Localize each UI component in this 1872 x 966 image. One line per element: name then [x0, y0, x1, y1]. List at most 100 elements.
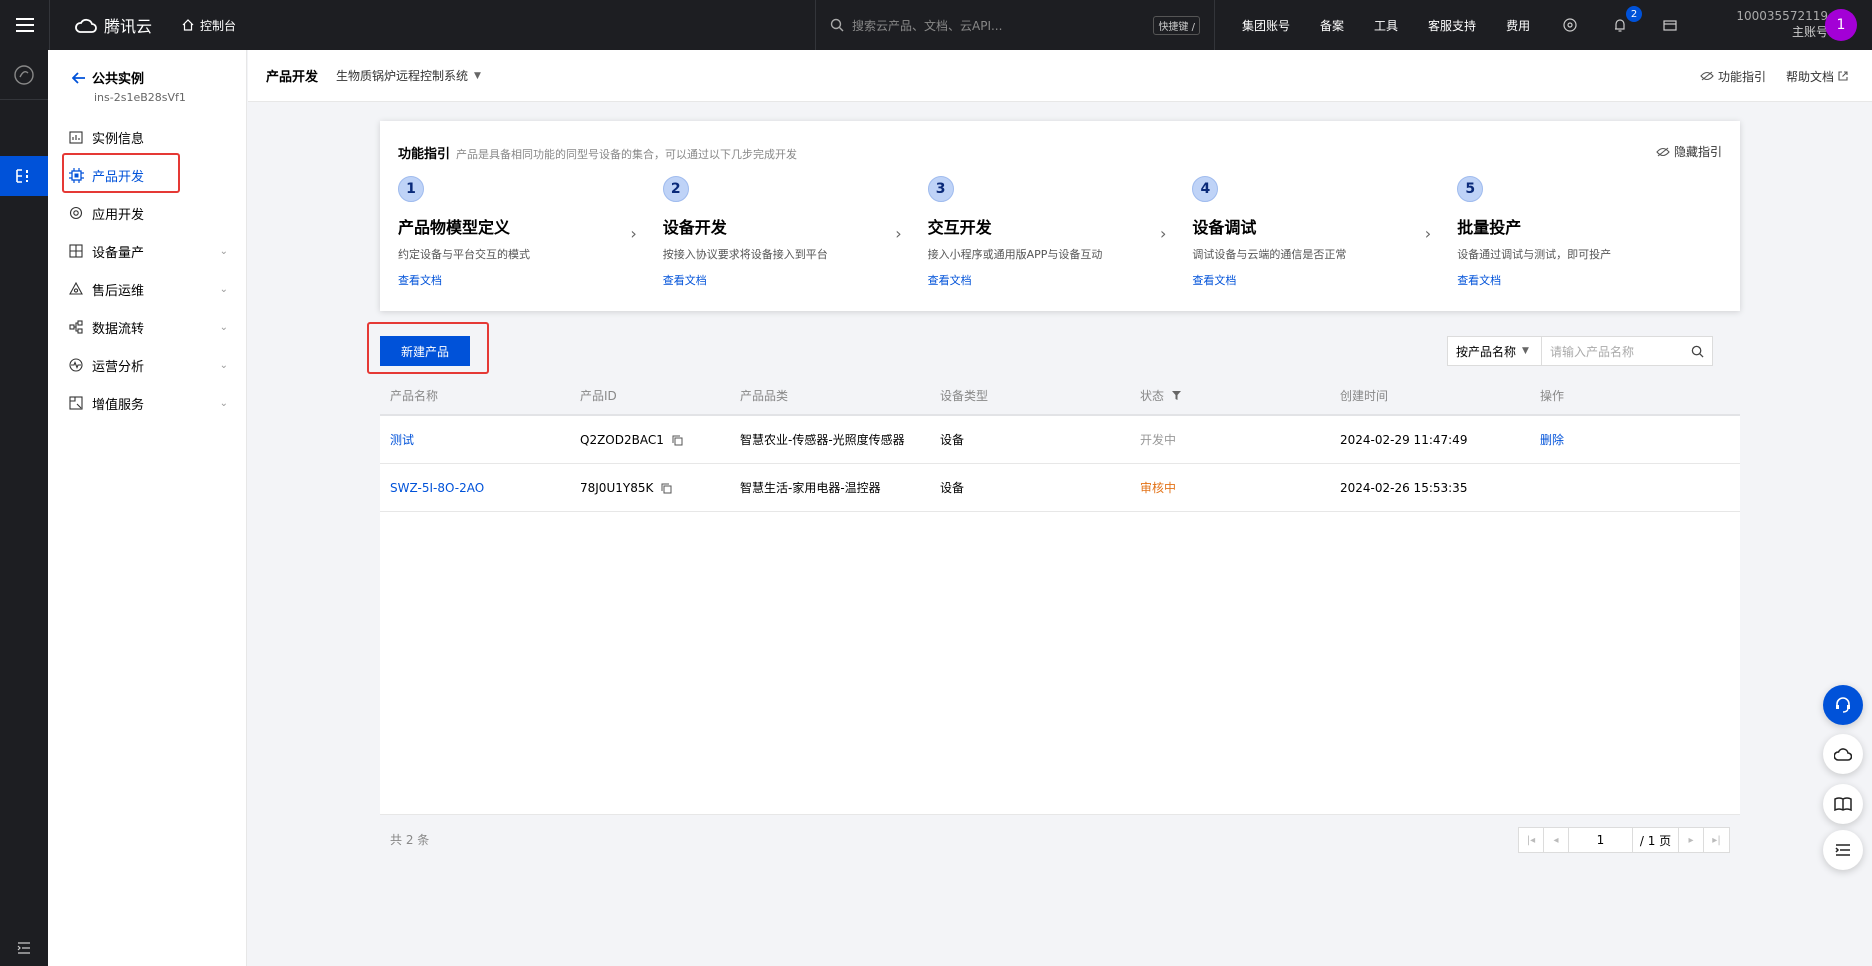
product-category: 智慧农业-传感器-光照度传感器 — [740, 433, 905, 447]
rail-logo-icon[interactable] — [0, 50, 48, 100]
chevron-right-icon: › — [630, 224, 637, 243]
copy-icon[interactable] — [661, 483, 672, 494]
collapse-rail-icon[interactable] — [0, 942, 48, 954]
sidebar-item-product-dev[interactable]: 产品开发 — [48, 156, 246, 194]
device-type: 设备 — [940, 481, 965, 495]
feature-guide-link[interactable]: 功能指引 — [1700, 68, 1766, 85]
filter-icon[interactable] — [1171, 390, 1181, 400]
sidebar-item-data-flow[interactable]: 数据流转 ⌄ — [48, 308, 246, 346]
guide-step: 2 设备开发 按接入协议要求将设备接入到平台 查看文档 › — [662, 176, 928, 288]
delete-link[interactable]: 删除 — [1540, 431, 1740, 448]
chevron-right-icon: › — [895, 224, 902, 243]
page-title: 产品开发 — [266, 70, 319, 85]
search-placeholder: 搜索云产品、文档、云API... — [852, 18, 1003, 33]
step-title: 产品物模型定义 — [398, 218, 511, 237]
guide-step: 1 产品物模型定义 约定设备与平台交互的模式 查看文档 › — [398, 176, 663, 288]
console-link[interactable]: 控制台 — [182, 17, 236, 34]
first-page-icon[interactable]: |◂ — [1519, 828, 1544, 852]
sidebar-item-ops-analysis[interactable]: 运营分析 ⌄ — [48, 346, 246, 384]
cloud-assistant-icon[interactable] — [1823, 734, 1863, 774]
list-icon[interactable] — [1823, 830, 1863, 870]
chevron-down-icon: ⌄ — [219, 359, 228, 371]
column-header: 操作 — [1540, 388, 1565, 403]
customer-service-icon[interactable] — [1823, 685, 1863, 725]
step-number: 2 — [662, 176, 689, 202]
billing-card-icon[interactable] — [1660, 15, 1680, 35]
chevron-down-icon: ⌄ — [219, 321, 228, 333]
sidebar-item-value-added[interactable]: 增值服务 ⌄ — [48, 384, 246, 422]
billing-link[interactable]: 费用 — [1506, 17, 1530, 34]
page-total: / 1 页 — [1633, 828, 1679, 852]
sidebar-item-instance-info[interactable]: 实例信息 — [48, 118, 246, 156]
guide-header: 功能指引 产品是具备相同功能的同型号设备的集合，可以通过以下几步完成开发 — [398, 143, 1722, 162]
product-rail — [0, 50, 48, 966]
step-description: 设备通过调试与测试，即可投产 — [1457, 248, 1612, 261]
product-search-input[interactable]: 请输入产品名称 — [1542, 337, 1712, 365]
hide-guide-button[interactable]: 隐藏指引 — [1656, 143, 1722, 160]
rail-iot-explorer-icon[interactable] — [0, 156, 48, 196]
product-id-cell: Q2ZOD2BAC1 — [580, 433, 740, 447]
feature-guide-card: 功能指引 产品是具备相同功能的同型号设备的集合，可以通过以下几步完成开发 隐藏指… — [380, 121, 1740, 311]
chevron-right-icon: › — [1424, 224, 1432, 243]
arrow-left-icon — [72, 71, 85, 84]
search-icon[interactable] — [1691, 345, 1704, 358]
status-badge: 审核中 — [1140, 481, 1177, 495]
step-description: 接入小程序或通用版APP与设备互动 — [927, 248, 1103, 261]
sidebar-item-mass-production[interactable]: 设备量产 ⌄ — [48, 232, 246, 270]
notification-bell-icon[interactable]: 2 — [1610, 6, 1643, 35]
step-doc-link[interactable]: 查看文档 — [1457, 272, 1722, 288]
grid-icon — [68, 243, 84, 259]
product-name-link[interactable]: SWZ-5I-8O-2AO — [380, 481, 580, 495]
filter-field-select[interactable]: 按产品名称 ▼ — [1448, 337, 1542, 365]
eye-off-icon — [1700, 71, 1714, 81]
search-placeholder: 请输入产品名称 — [1550, 344, 1635, 359]
help-docs-link[interactable]: 帮助文档 — [1786, 68, 1848, 85]
copy-icon[interactable] — [672, 435, 683, 446]
hamburger-menu-icon[interactable] — [0, 0, 50, 50]
step-doc-link[interactable]: 查看文档 — [663, 272, 928, 288]
filter-field-value: 按产品名称 — [1456, 344, 1517, 359]
step-doc-link[interactable]: 查看文档 — [398, 272, 663, 288]
cloud-logo-icon — [75, 18, 97, 33]
step-doc-link[interactable]: 查看文档 — [928, 272, 1193, 288]
brand-logo[interactable]: 腾讯云 — [74, 13, 152, 37]
prev-page-icon[interactable]: ◂ — [1544, 828, 1569, 852]
top-links: 集团账号 备案 工具 客服支持 费用 2 — [1242, 0, 1710, 50]
hide-guide-label: 隐藏指引 — [1673, 145, 1722, 159]
table-row: 测试 Q2ZOD2BAC1 智慧农业-传感器-光照度传感器 设备 开发中 202… — [380, 416, 1740, 464]
next-page-icon[interactable]: ▸ — [1679, 828, 1704, 852]
sidebar-item-app-dev[interactable]: 应用开发 — [48, 194, 246, 232]
step-number: 5 — [1457, 176, 1484, 202]
pagination: |◂ ◂ 1 / 1 页 ▸ ▸| — [1518, 827, 1730, 853]
sidebar-item-after-sales[interactable]: 售后运维 ⌄ — [48, 270, 246, 308]
filing-link[interactable]: 备案 — [1320, 17, 1344, 34]
guide-step: 5 批量投产 设备通过调试与测试，即可投产 查看文档 — [1457, 176, 1722, 288]
sidebar-item-label: 产品开发 — [92, 169, 145, 185]
page-input[interactable]: 1 — [1569, 828, 1633, 852]
last-page-icon[interactable]: ▸| — [1704, 828, 1729, 852]
global-search[interactable]: 搜索云产品、文档、云API... 快捷键 / — [815, 0, 1215, 50]
chevron-down-icon: ⌄ — [219, 397, 228, 409]
book-icon[interactable] — [1823, 784, 1863, 824]
support-link[interactable]: 客服支持 — [1428, 17, 1476, 34]
instance-header: 公共实例 ins-2s1eB28sVf1 — [48, 50, 246, 104]
pulse-icon — [68, 357, 84, 373]
group-account-link[interactable]: 集团账号 — [1242, 17, 1290, 34]
column-header: 产品品类 — [740, 388, 789, 403]
back-to-instances[interactable]: 公共实例 — [72, 68, 246, 87]
tools-link[interactable]: 工具 — [1374, 17, 1398, 34]
new-product-button[interactable]: 新建产品 — [380, 336, 470, 366]
product-name-link[interactable]: 测试 — [380, 431, 580, 448]
project-selector[interactable]: 生物质锅炉远程控制系统 ▼ — [336, 67, 481, 84]
compass-icon[interactable] — [1560, 15, 1580, 35]
status-column-header[interactable]: 状态 — [1140, 387, 1340, 404]
sidebar-item-label: 运营分析 — [92, 359, 145, 375]
step-doc-link[interactable]: 查看文档 — [1192, 272, 1457, 288]
instance-title: 公共实例 — [92, 72, 145, 87]
feature-guide-label: 功能指引 — [1717, 69, 1766, 84]
gear-icon — [68, 205, 84, 221]
sidebar-nav: 实例信息 产品开发 应用开发 设备量产 ⌄ 售后运维 ⌄ 数据流转 ⌄ 运营分析 — [48, 118, 246, 422]
account-info[interactable]: 100035572119 主账号 — [1728, 8, 1828, 40]
avatar[interactable]: 1 — [1825, 9, 1857, 41]
sidebar-item-label: 数据流转 — [92, 321, 145, 337]
